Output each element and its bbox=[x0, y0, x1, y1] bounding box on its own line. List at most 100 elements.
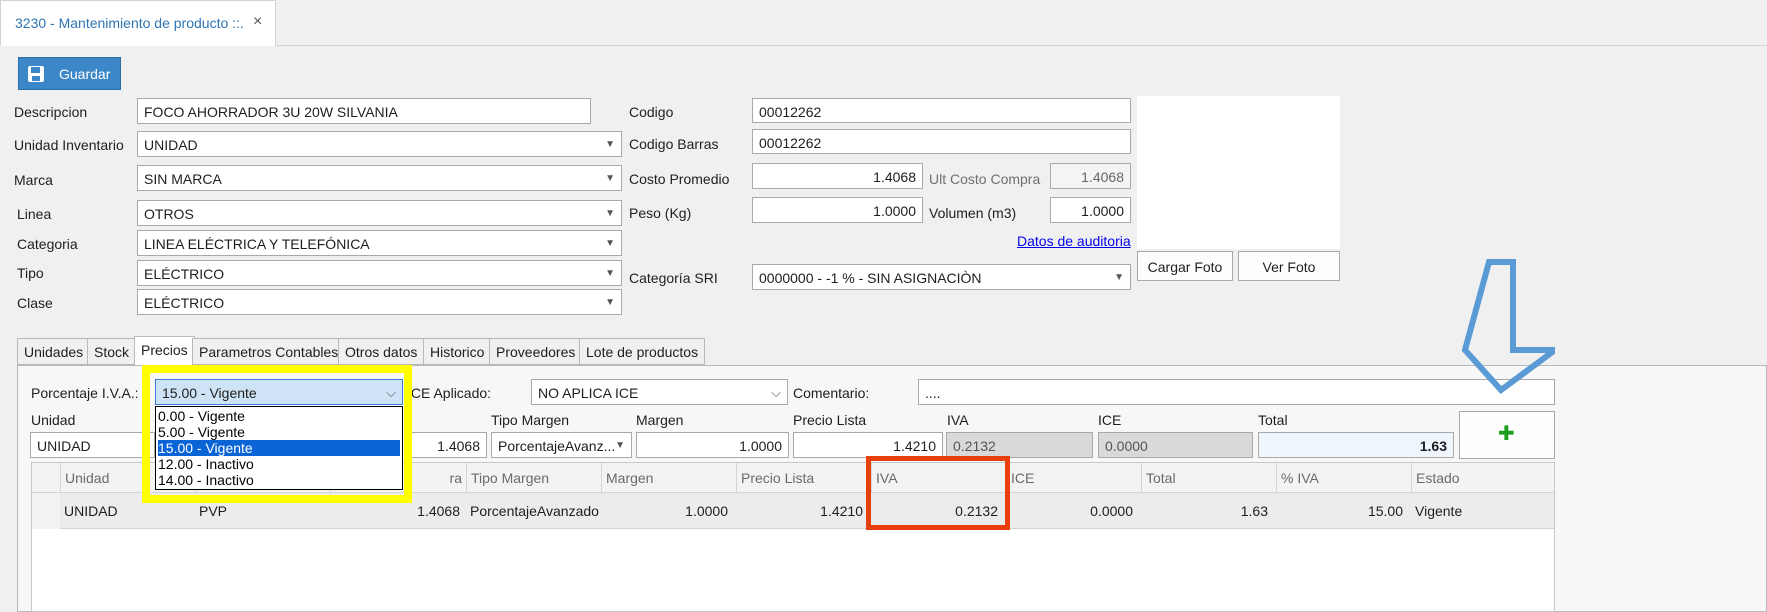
categoria-label: Categoria bbox=[17, 236, 78, 252]
linea-select[interactable]: OTROS ▼ bbox=[137, 200, 622, 226]
grid-header-margen[interactable]: Margen bbox=[601, 463, 736, 493]
volumen-value: 1.0000 bbox=[1081, 203, 1124, 219]
document-tab-title: 3230 - Mantenimiento de producto ::. bbox=[15, 15, 244, 31]
linea-label: Linea bbox=[17, 206, 52, 222]
highlight-box-red bbox=[866, 456, 1010, 530]
costo-promedio-value: 1.4068 bbox=[873, 169, 916, 185]
clase-select[interactable]: ELÉCTRICO ▼ bbox=[137, 289, 622, 315]
tab-lote-de-productos[interactable]: Lote de productos bbox=[579, 338, 706, 365]
clase-value: ELÉCTRICO bbox=[144, 295, 225, 311]
volumen-label: Volumen (m3) bbox=[929, 205, 1017, 221]
marca-label: Marca bbox=[14, 172, 53, 188]
codigo-barras-label: Codigo Barras bbox=[629, 136, 719, 152]
linea-value: OTROS bbox=[144, 206, 194, 222]
chevron-down-icon: ▼ bbox=[605, 238, 615, 249]
categoria-sri-value: 0000000 - -1 % - SIN ASIGNACIÒN bbox=[759, 270, 982, 286]
grid-header-iva-percent[interactable]: % IVA bbox=[1276, 463, 1411, 493]
iva-option[interactable]: 5.00 - Vigente bbox=[158, 424, 400, 440]
edit-header-tipo-margen: Tipo Margen bbox=[491, 412, 570, 428]
edit-header-precio-lista: Precio Lista bbox=[793, 412, 867, 428]
datos-auditoria-link[interactable]: Datos de auditoria bbox=[1017, 233, 1131, 249]
iva-percent-value: 15.00 - Vigente bbox=[162, 385, 257, 401]
grid-header-estado[interactable]: Estado bbox=[1411, 463, 1554, 493]
grid-row-indicator bbox=[32, 493, 60, 529]
tipo-select[interactable]: ELÉCTRICO ▼ bbox=[137, 260, 622, 286]
grid-cell-total[interactable]: 1.63 bbox=[1141, 493, 1272, 529]
add-price-button[interactable]: ✚ bbox=[1459, 411, 1555, 459]
chevron-down-icon: ▼ bbox=[605, 208, 615, 219]
categoria-sri-label: Categoría SRI bbox=[629, 270, 718, 286]
grid-row-indicator bbox=[32, 463, 60, 493]
tab-precios[interactable]: Precios bbox=[134, 336, 195, 366]
edit-costo-input[interactable]: 1.4068 bbox=[404, 432, 487, 458]
grid-cell-precio-lista[interactable]: 1.4210 bbox=[736, 493, 867, 529]
edit-margen-input[interactable]: 1.0000 bbox=[636, 432, 789, 458]
tab-historico[interactable]: Historico bbox=[423, 338, 492, 365]
categoria-value: LINEA ELÉCTRICA Y TELEFÓNICA bbox=[144, 236, 370, 252]
tab-unidades[interactable]: Unidades bbox=[17, 338, 91, 365]
floppy-disk-icon bbox=[28, 66, 44, 82]
chevron-down-icon: ▼ bbox=[615, 440, 625, 451]
save-button-label: Guardar bbox=[59, 66, 111, 82]
iva-option[interactable]: 14.00 - Inactivo bbox=[158, 472, 400, 488]
edit-unidad-value: UNIDAD bbox=[37, 438, 91, 454]
chevron-down-icon: ▼ bbox=[605, 173, 615, 184]
arrow-down-icon bbox=[1461, 259, 1555, 394]
unidad-inventario-select[interactable]: UNIDAD ▼ bbox=[137, 131, 622, 157]
categoria-select[interactable]: LINEA ELÉCTRICA Y TELEFÓNICA ▼ bbox=[137, 230, 622, 256]
tab-proveedores[interactable]: Proveedores bbox=[489, 338, 583, 365]
codigo-input[interactable]: 00012262 bbox=[752, 98, 1131, 123]
clase-label: Clase bbox=[17, 295, 53, 311]
chevron-down-icon: ▼ bbox=[605, 268, 615, 279]
edit-precio-lista-input[interactable]: 1.4210 bbox=[793, 432, 943, 458]
grid-header-tipo-margen[interactable]: Tipo Margen bbox=[466, 463, 601, 493]
codigo-value: 00012262 bbox=[759, 104, 822, 120]
marca-select[interactable]: SIN MARCA ▼ bbox=[137, 165, 622, 191]
ult-costo-compra-value: 1.4068 bbox=[1081, 169, 1124, 185]
iva-percent-select[interactable]: 15.00 - Vigente ⌵ bbox=[155, 379, 403, 405]
iva-option-selected[interactable]: 15.00 - Vigente bbox=[158, 440, 400, 456]
grid-cell-ice[interactable]: 0.0000 bbox=[1006, 493, 1137, 529]
chevron-down-icon: ▼ bbox=[605, 139, 615, 150]
edit-ice-value: 0.0000 bbox=[1105, 438, 1148, 454]
ult-costo-compra-label: Ult Costo Compra bbox=[929, 171, 1041, 187]
comentario-value: .... bbox=[925, 385, 941, 401]
ver-foto-button[interactable]: Ver Foto bbox=[1238, 251, 1340, 281]
volumen-input[interactable]: 1.0000 bbox=[1050, 197, 1131, 223]
grid-cell-margen[interactable]: 1.0000 bbox=[601, 493, 732, 529]
ice-aplicado-select[interactable]: NO APLICA ICE ⌵ bbox=[531, 379, 788, 405]
edit-margen-value: 1.0000 bbox=[739, 438, 782, 454]
peso-input[interactable]: 1.0000 bbox=[752, 197, 923, 223]
descripcion-input[interactable]: FOCO AHORRADOR 3U 20W SILVANIA bbox=[137, 98, 591, 124]
tab-otros-datos[interactable]: Otros datos bbox=[338, 338, 425, 365]
codigo-label: Codigo bbox=[629, 104, 674, 120]
grid-header-precio-lista[interactable]: Precio Lista bbox=[736, 463, 871, 493]
marca-value: SIN MARCA bbox=[144, 171, 222, 187]
descripcion-value: FOCO AHORRADOR 3U 20W SILVANIA bbox=[144, 104, 398, 120]
chevron-down-icon: ⌵ bbox=[386, 385, 396, 400]
edit-unidad-input[interactable]: UNIDAD bbox=[30, 432, 155, 458]
grid-cell-estado[interactable]: Vigente bbox=[1411, 493, 1546, 529]
close-icon[interactable]: × bbox=[253, 13, 262, 31]
grid-header-total[interactable]: Total bbox=[1141, 463, 1276, 493]
comentario-label: Comentario: bbox=[793, 385, 870, 401]
edit-tipo-margen-select[interactable]: PorcentajeAvanz... ▼ bbox=[491, 432, 632, 458]
cargar-foto-button[interactable]: Cargar Foto bbox=[1137, 251, 1233, 281]
grid-cell-iva-percent[interactable]: 15.00 bbox=[1276, 493, 1407, 529]
iva-option[interactable]: 12.00 - Inactivo bbox=[158, 456, 400, 472]
tab-parametros-contables[interactable]: Parametros Contables bbox=[192, 338, 346, 365]
tab-stock[interactable]: Stock bbox=[87, 338, 137, 365]
grid-header-ice[interactable]: ICE bbox=[1006, 463, 1141, 493]
grid-cell-tipo-margen[interactable]: PorcentajeAvanzado bbox=[466, 493, 601, 529]
edit-total-input: 1.63 bbox=[1258, 432, 1454, 458]
costo-promedio-input[interactable]: 1.4068 bbox=[752, 163, 923, 189]
document-tab[interactable]: 3230 - Mantenimiento de producto ::. × bbox=[0, 0, 276, 46]
codigo-barras-input[interactable]: 00012262 bbox=[752, 129, 1131, 154]
codigo-barras-value: 00012262 bbox=[759, 135, 822, 151]
edit-header-total: Total bbox=[1258, 412, 1288, 428]
categoria-sri-select[interactable]: 0000000 - -1 % - SIN ASIGNACIÒN ▼ bbox=[752, 264, 1131, 290]
iva-percent-label: Porcentaje I.V.A.: bbox=[31, 385, 139, 401]
chevron-down-icon: ▼ bbox=[605, 297, 615, 308]
iva-option[interactable]: 0.00 - Vigente bbox=[158, 408, 400, 424]
save-button[interactable]: Guardar bbox=[18, 57, 121, 90]
